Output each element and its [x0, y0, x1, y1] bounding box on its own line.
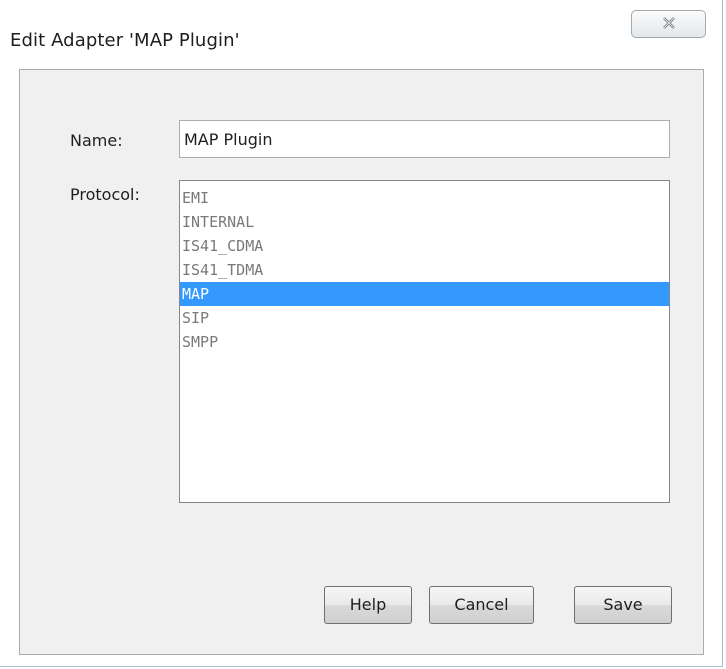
cancel-button[interactable]: Cancel [429, 586, 534, 624]
protocol-option-emi[interactable]: EMI [180, 186, 669, 210]
edit-adapter-dialog: Edit Adapter 'MAP Plugin' Name: Protocol… [0, 0, 723, 667]
protocol-listbox[interactable]: EMI INTERNAL IS41_CDMA IS41_TDMA MAP SIP SMPP [179, 180, 670, 503]
protocol-option-is41-tdma[interactable]: IS41_TDMA [180, 258, 669, 282]
protocol-option-sip[interactable]: SIP [180, 306, 669, 330]
close-button[interactable] [631, 10, 706, 38]
name-label: Name: [70, 131, 123, 150]
close-icon [663, 17, 675, 29]
protocol-option-internal[interactable]: INTERNAL [180, 210, 669, 234]
help-button[interactable]: Help [324, 586, 412, 624]
name-input[interactable] [179, 120, 670, 158]
protocol-option-map[interactable]: MAP [180, 282, 669, 306]
protocol-list: EMI INTERNAL IS41_CDMA IS41_TDMA MAP SIP SMPP [180, 181, 669, 354]
dialog-panel: Name: Protocol: EMIINTERNALIS41_CDMAIS41… [19, 69, 704, 655]
protocol-option-smpp[interactable]: SMPP [180, 330, 669, 354]
protocol-option-is41-cdma[interactable]: IS41_CDMA [180, 234, 669, 258]
save-button[interactable]: Save [574, 586, 672, 624]
dialog-title: Edit Adapter 'MAP Plugin' [10, 30, 240, 51]
protocol-label: Protocol: [70, 185, 140, 204]
